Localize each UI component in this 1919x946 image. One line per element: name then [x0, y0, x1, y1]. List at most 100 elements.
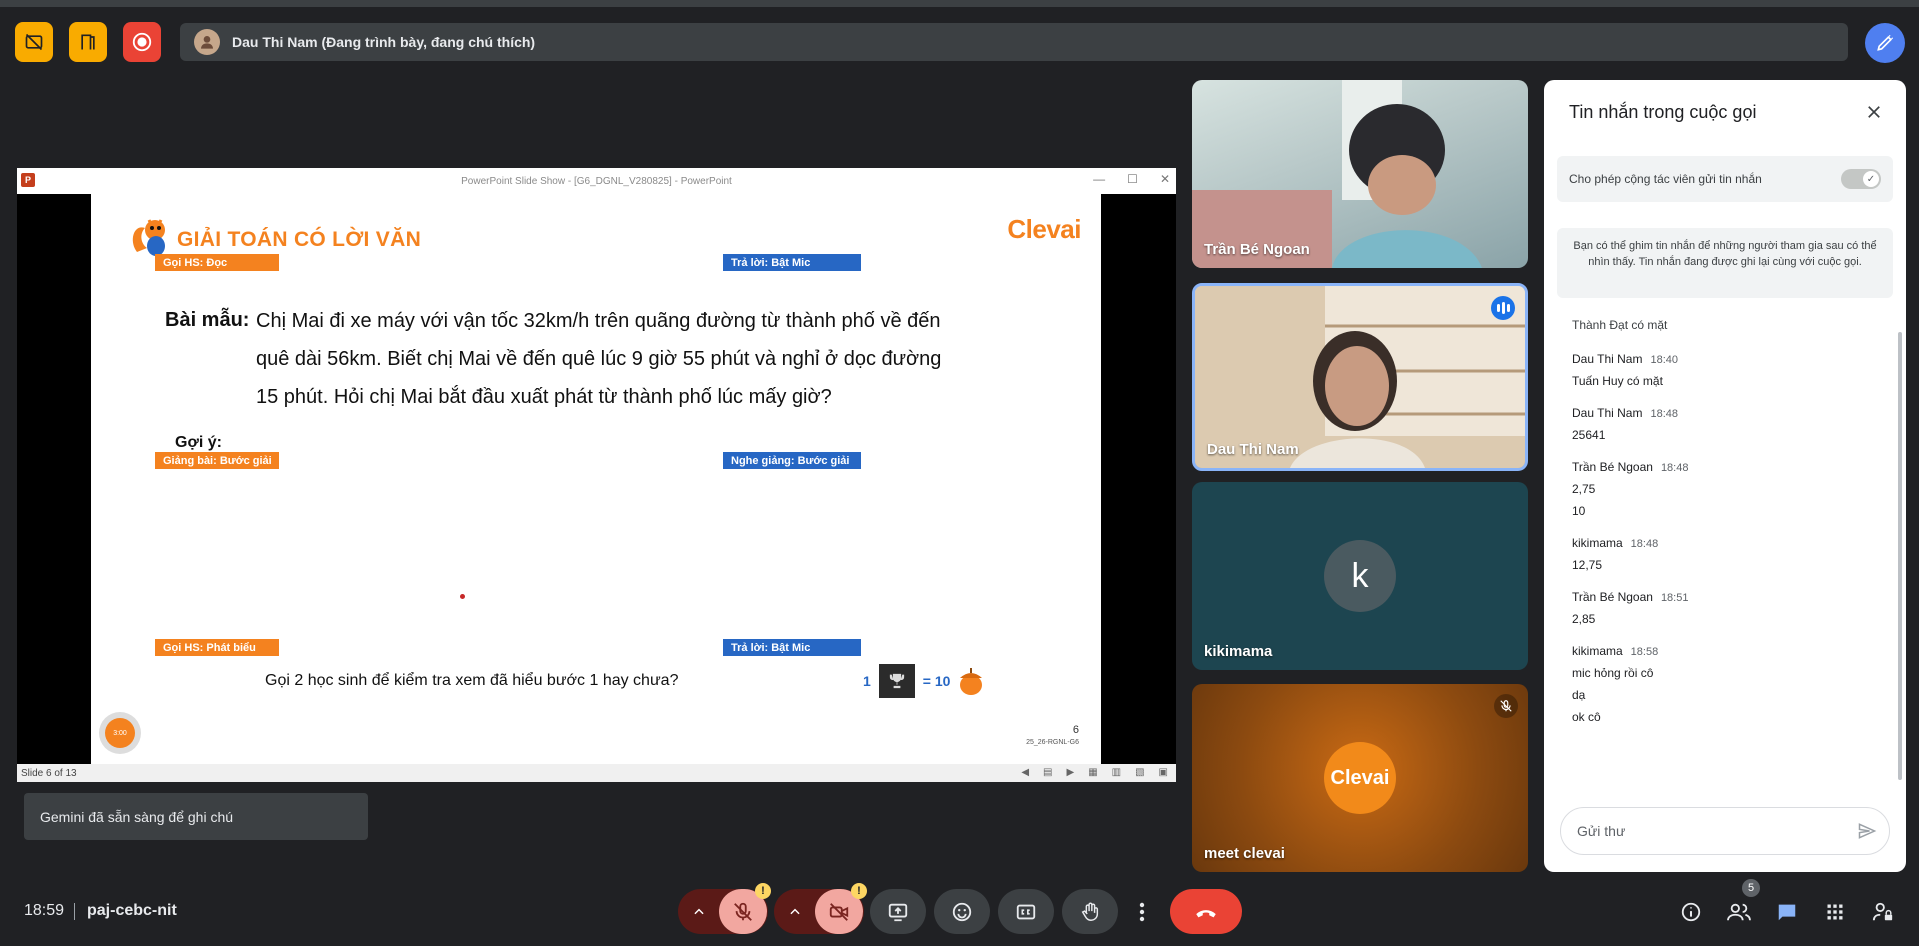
message-text: ok cô — [1572, 710, 1601, 724]
send-icon[interactable] — [1857, 821, 1877, 841]
hint-label: Gợi ý: — [175, 434, 222, 451]
mic-off-icon — [1494, 694, 1518, 718]
camera-warning-badge: ! — [851, 883, 867, 899]
problem-line: quê dài 56km. Biết chị Mai về đến quê lú… — [256, 348, 942, 370]
captions-icon — [1016, 904, 1036, 919]
activities-button[interactable] — [1822, 899, 1848, 925]
chat-message: kikimama 18:48 12,75 — [1572, 536, 1872, 572]
hand-icon — [1081, 902, 1099, 921]
audio-settings-button[interactable] — [679, 905, 719, 919]
squirrel-mascot-icon — [132, 219, 165, 256]
leave-call-button[interactable] — [1170, 889, 1242, 934]
chat-scrollbar[interactable] — [1898, 332, 1902, 780]
prev-slide-icon[interactable]: ◀ — [1021, 767, 1029, 778]
chat-close-button[interactable] — [1860, 98, 1888, 126]
participant-tile[interactable]: Clevai meet clevai — [1192, 684, 1528, 872]
minimize-icon[interactable]: — — [1093, 172, 1105, 186]
meeting-info-button[interactable] — [1678, 899, 1704, 925]
hang-up-icon — [1196, 909, 1216, 917]
chevron-up-icon — [790, 908, 800, 914]
pen-icon — [1877, 34, 1894, 51]
reactions-button[interactable] — [934, 889, 990, 934]
ppt-window-controls: — ☐ ✕ — [1093, 172, 1170, 186]
problem-line: 15 phút. Hỏi chị Mai bắt đầu xuất phát t… — [256, 386, 832, 408]
laser-pointer-dot — [460, 594, 465, 599]
sample-label: Bài mẫu: — [165, 309, 250, 331]
reading-view-icon[interactable]: ▧ — [1135, 767, 1144, 778]
message-sender: Dau Thi Nam — [1572, 406, 1643, 420]
chat-message: Dau Thi Nam 18:48 25641 — [1572, 406, 1872, 442]
allow-messages-toggle[interactable]: ✓ — [1841, 169, 1881, 189]
tag-giang-bai: Giảng bài: Bước giải — [155, 452, 279, 469]
system-message: Thành Đạt có mặt — [1572, 318, 1668, 332]
score-value: = 10 — [922, 673, 951, 689]
participant-tile-speaking[interactable]: Dau Thi Nam — [1192, 283, 1528, 471]
ppt-titlebar: P PowerPoint Slide Show - [G6_DGNL_V2808… — [17, 168, 1176, 194]
next-slide-icon[interactable]: ▶ — [1066, 767, 1074, 778]
slideshow-view-icon[interactable]: ▣ — [1159, 767, 1168, 778]
message-sender: Trần Bé Ngoan — [1572, 460, 1653, 474]
maximize-icon[interactable]: ☐ — [1127, 172, 1138, 186]
tag-tra-loi-1: Trả lời: Bật Mic — [723, 254, 861, 271]
captions-off-button[interactable] — [15, 22, 53, 62]
people-count-badge: 5 — [1742, 879, 1760, 897]
stopwatch-icon[interactable]: 3:00 — [99, 712, 141, 754]
message-time: 18:48 — [1660, 462, 1689, 474]
participant-tile[interactable]: k kikimama — [1192, 482, 1528, 670]
chat-icon — [1778, 904, 1796, 921]
slide-page-code: 25_26-RGNL-G6 — [1026, 739, 1079, 746]
score-count: 1 — [863, 673, 871, 689]
camera-toggle-button[interactable]: ! — [815, 883, 867, 934]
info-icon — [1681, 902, 1701, 922]
chat-message-input[interactable]: Gửi thư — [1560, 807, 1890, 855]
chevron-up-icon — [694, 908, 704, 914]
host-controls-lock-button[interactable] — [1870, 899, 1896, 925]
message-sender: kikimama — [1572, 536, 1623, 550]
message-text: Tuấn Huy có mặt — [1572, 374, 1663, 388]
record-icon — [132, 32, 152, 52]
chat-message: Trần Bé Ngoan 18:51 2,85 — [1572, 590, 1872, 626]
participant-tile[interactable]: Trần Bé Ngoan — [1192, 80, 1528, 268]
message-time: 18:40 — [1650, 354, 1679, 366]
recording-button[interactable] — [123, 22, 161, 62]
raise-hand-button[interactable] — [1062, 889, 1118, 934]
check-icon: ✓ — [1863, 171, 1879, 187]
person-lock-icon — [1872, 902, 1893, 921]
message-time: 18:51 — [1660, 592, 1689, 604]
score-row: 1 = 10 — [863, 664, 984, 698]
tag-tra-loi-2: Trả lời: Bật Mic — [723, 639, 861, 656]
message-text: 25641 — [1572, 428, 1606, 442]
normal-view-icon[interactable]: ▦ — [1088, 767, 1097, 778]
close-icon[interactable]: ✕ — [1160, 172, 1170, 186]
clock: 18:59 — [24, 902, 65, 919]
people-button[interactable] — [1726, 899, 1752, 925]
notes-icon[interactable]: ▤ — [1043, 767, 1052, 778]
tag-goi-doc: Gọi HS: Đọc — [155, 254, 279, 271]
host-controls-button[interactable] — [69, 22, 107, 62]
acorn-icon — [960, 668, 983, 695]
tag-nghe-giang: Nghe giảng: Bước giải — [723, 452, 861, 469]
ppt-window-title: PowerPoint Slide Show - [G6_DGNL_V280825… — [461, 175, 732, 187]
captions-off-icon — [25, 33, 43, 51]
slide-sorter-icon[interactable]: ▥ — [1112, 767, 1121, 778]
annotate-button[interactable] — [1865, 23, 1905, 63]
message-text: 2,85 — [1572, 612, 1596, 626]
message-sender: Dau Thi Nam — [1572, 352, 1643, 366]
presenter-bar: Dau Thi Nam (Đang trình bày, đang chú th… — [180, 23, 1848, 61]
chat-button[interactable] — [1774, 899, 1800, 925]
mic-toggle-button[interactable]: ! — [719, 883, 771, 934]
video-settings-button[interactable] — [775, 905, 815, 919]
participant-avatar: k — [1324, 540, 1396, 612]
clevai-logo: Clevai — [1007, 214, 1081, 244]
present-screen-button[interactable] — [870, 889, 926, 934]
emoji-icon — [952, 902, 972, 921]
captions-button[interactable] — [998, 889, 1054, 934]
mic-warning-badge: ! — [755, 883, 771, 899]
presenter-avatar — [194, 29, 220, 55]
door-icon — [81, 34, 95, 50]
message-text: 12,75 — [1572, 558, 1603, 572]
more-options-button[interactable] — [1130, 889, 1154, 934]
chat-message: kikimama 18:58 mic hỏng rồi cô dạ ok cô — [1572, 644, 1872, 724]
more-vert-icon — [1139, 902, 1145, 921]
chat-messages: Thành Đạt có mặt Dau Thi Nam 18:40 Tuấn H… — [1572, 318, 1872, 742]
